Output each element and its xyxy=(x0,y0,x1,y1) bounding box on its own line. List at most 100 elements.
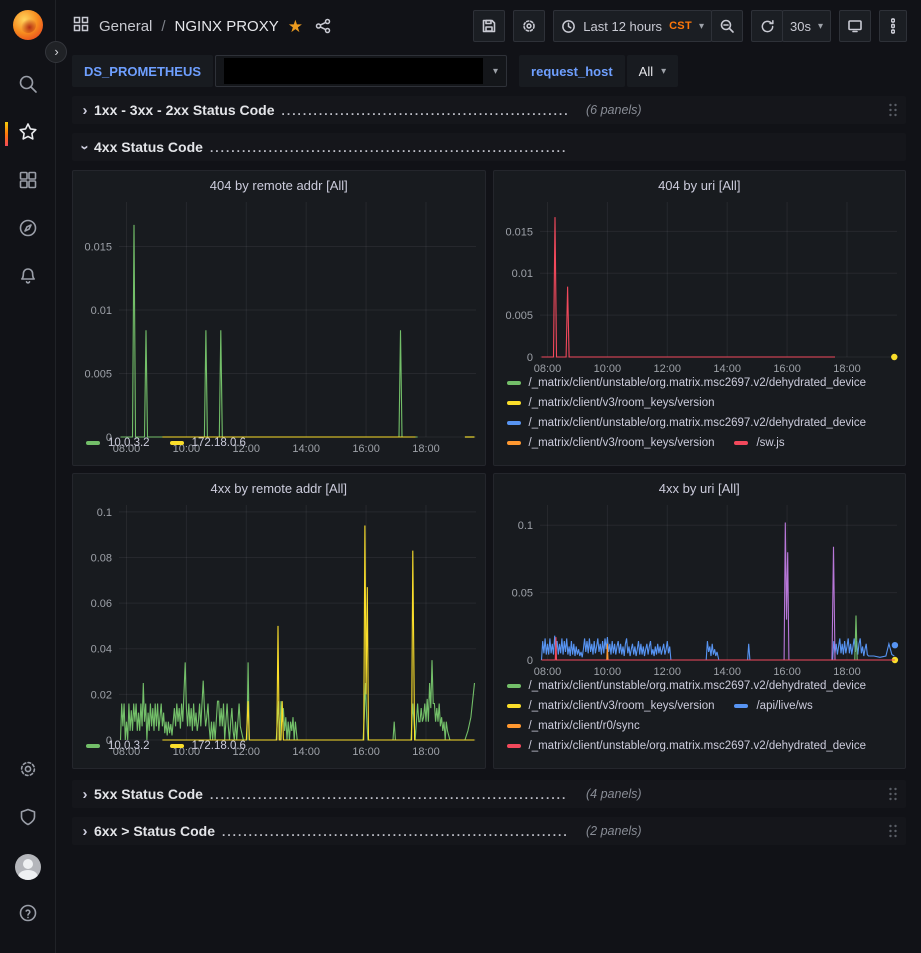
legend-item[interactable]: /_matrix/client/unstable/org.matrix.msc2… xyxy=(507,417,867,429)
breadcrumb-folder[interactable]: General xyxy=(99,18,152,35)
favorite-star-icon[interactable]: ★ xyxy=(288,18,303,35)
panel-title[interactable]: 404 by remote addr [All] xyxy=(73,171,485,194)
time-series-chart[interactable]: 08:0010:0012:0014:0016:0018:0000.0050.01… xyxy=(494,194,906,377)
panel-title[interactable]: 404 by uri [All] xyxy=(494,171,906,194)
series-color-swatch xyxy=(507,704,521,708)
refresh-button[interactable] xyxy=(751,10,783,42)
sidebar-item-starred[interactable] xyxy=(0,114,56,154)
series-color-swatch xyxy=(170,744,184,748)
row-4xx[interactable]: › 4xx Status Code ......................… xyxy=(72,133,906,161)
legend-item[interactable]: /_matrix/client/unstable/org.matrix.msc2… xyxy=(507,377,867,389)
svg-text:0.02: 0.02 xyxy=(91,689,112,701)
svg-text:0.1: 0.1 xyxy=(517,520,532,532)
svg-text:08:00: 08:00 xyxy=(533,363,561,375)
legend-item[interactable]: /_matrix/client/r0/sync xyxy=(507,720,640,732)
row-panel-count: (4 panels) xyxy=(586,787,642,801)
time-range-label: Last 12 hours xyxy=(583,19,662,34)
svg-text:0.005: 0.005 xyxy=(505,310,533,322)
svg-text:16:00: 16:00 xyxy=(773,666,801,678)
help-icon xyxy=(17,902,39,929)
sidebar-item-alerting[interactable] xyxy=(0,258,56,298)
sidebar-item-dashboards[interactable] xyxy=(0,162,56,202)
avatar xyxy=(15,854,41,880)
legend-item[interactable]: 172.18.0.6 xyxy=(170,740,246,752)
svg-text:0.05: 0.05 xyxy=(511,588,532,600)
svg-text:12:00: 12:00 xyxy=(653,363,681,375)
save-dashboard-button[interactable] xyxy=(473,10,505,42)
svg-text:08:00: 08:00 xyxy=(533,666,561,678)
panel-title[interactable]: 4xx by uri [All] xyxy=(494,474,906,497)
legend-label: /_matrix/client/v3/room_keys/version xyxy=(529,397,715,409)
legend: 10.0.3.2 172.18.0.6 xyxy=(73,740,485,768)
time-series-chart[interactable]: 08:0010:0012:0014:0016:0018:0000.050.1 xyxy=(494,497,906,680)
row-title: 5xx Status Code xyxy=(94,786,203,802)
legend-item[interactable]: 172.18.0.6 xyxy=(170,437,246,449)
panel-title[interactable]: 4xx by remote addr [All] xyxy=(73,474,485,497)
zoom-out-button[interactable] xyxy=(711,10,743,42)
legend-label: /_matrix/client/v3/room_keys/version xyxy=(529,437,715,449)
variable-value-request-host[interactable]: All ▾ xyxy=(627,55,678,87)
series-color-swatch xyxy=(507,684,521,688)
drag-handle-icon[interactable] xyxy=(888,786,898,802)
svg-text:0.1: 0.1 xyxy=(97,507,112,519)
legend-item[interactable]: /sw.js xyxy=(734,437,784,449)
legend-item[interactable]: /_matrix/client/v3/room_keys/version xyxy=(507,700,715,712)
share-icon[interactable] xyxy=(312,15,334,37)
legend-label: /api/live/ws xyxy=(756,700,812,712)
sidebar-item-help[interactable] xyxy=(0,895,56,935)
sidebar-item-search[interactable] xyxy=(0,66,56,106)
variable-label-ds-prometheus[interactable]: DS_PROMETHEUS xyxy=(72,55,213,87)
series-color-swatch xyxy=(734,704,748,708)
row-5xx[interactable]: › 5xx Status Code ......................… xyxy=(72,780,906,808)
refresh-interval-picker[interactable]: 30s ▾ xyxy=(782,10,831,42)
legend-label: /_matrix/client/unstable/org.matrix.msc2… xyxy=(529,740,867,752)
time-range-picker[interactable]: Last 12 hours CST ▾ xyxy=(553,10,712,42)
dashboards-grid-icon xyxy=(17,169,39,196)
grafana-logo[interactable] xyxy=(13,10,43,40)
sidebar-expand-button[interactable]: › xyxy=(45,41,67,63)
series-color-swatch xyxy=(507,401,521,405)
kebab-menu-button[interactable] xyxy=(879,10,907,42)
series-color-swatch xyxy=(86,744,100,748)
row-6xx[interactable]: › 6xx > Status Code ....................… xyxy=(72,817,906,845)
sidebar-item-server-admin[interactable] xyxy=(0,799,56,839)
svg-text:14:00: 14:00 xyxy=(713,363,741,375)
apps-grid-icon[interactable] xyxy=(72,15,90,37)
legend-item[interactable]: /_matrix/client/unstable/org.matrix.msc2… xyxy=(507,680,867,692)
drag-handle-icon[interactable] xyxy=(888,823,898,839)
chevron-down-icon: ▾ xyxy=(493,66,498,77)
svg-text:16:00: 16:00 xyxy=(773,363,801,375)
drag-handle-icon[interactable] xyxy=(888,102,898,118)
variable-value-dropdown[interactable]: ▾ xyxy=(215,55,507,87)
legend-item[interactable]: /_matrix/client/v3/room_keys/version xyxy=(507,397,715,409)
variables-bar: DS_PROMETHEUS ▾ request_host All ▾ xyxy=(56,52,921,90)
variable-label-request-host[interactable]: request_host xyxy=(519,55,625,87)
sidebar-item-configuration[interactable] xyxy=(0,751,56,791)
bell-icon xyxy=(17,265,39,292)
breadcrumb: General / NGINX PROXY ★ xyxy=(72,15,334,37)
tv-mode-button[interactable] xyxy=(839,10,871,42)
sidebar-item-explore[interactable] xyxy=(0,210,56,250)
time-series-chart[interactable]: 08:0010:0012:0014:0016:0018:0000.0050.01… xyxy=(73,194,485,437)
series-color-swatch xyxy=(86,441,100,445)
legend-item[interactable]: /_matrix/client/v3/room_keys/version xyxy=(507,437,715,449)
row-1xx-3xx-2xx[interactable]: › 1xx - 3xx - 2xx Status Code ..........… xyxy=(72,96,906,124)
svg-text:18:00: 18:00 xyxy=(833,363,861,375)
legend-item[interactable]: 10.0.3.2 xyxy=(86,740,150,752)
row-dotted-leader: ........................................… xyxy=(222,825,568,839)
dashboard-title[interactable]: NGINX PROXY xyxy=(175,18,279,35)
chevron-right-icon: › xyxy=(76,102,94,119)
panel-4xx-by-remote-addr: 4xx by remote addr [All] 08:0010:0012:00… xyxy=(72,473,486,769)
series-color-swatch xyxy=(170,441,184,445)
compass-icon xyxy=(17,217,39,244)
legend-item[interactable]: 10.0.3.2 xyxy=(86,437,150,449)
svg-text:0.005: 0.005 xyxy=(84,368,112,380)
legend-item[interactable]: /api/live/ws xyxy=(734,700,812,712)
dashboard-settings-button[interactable] xyxy=(513,10,545,42)
legend-item[interactable]: /_matrix/client/unstable/org.matrix.msc2… xyxy=(507,740,867,752)
time-series-chart[interactable]: 08:0010:0012:0014:0016:0018:0000.020.040… xyxy=(73,497,485,740)
sidebar-item-profile[interactable] xyxy=(0,847,56,887)
legend-label: 172.18.0.6 xyxy=(192,740,246,752)
svg-text:10:00: 10:00 xyxy=(593,666,621,678)
chevron-down-icon: ▾ xyxy=(661,66,666,77)
